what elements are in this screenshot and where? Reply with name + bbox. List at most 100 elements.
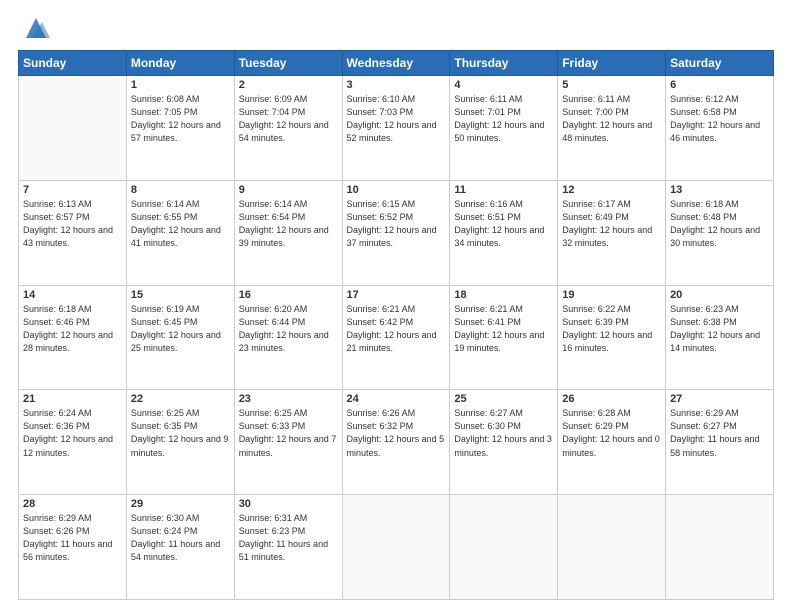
- day-number: 1: [131, 79, 230, 91]
- day-header-friday: Friday: [558, 51, 666, 76]
- day-number: 14: [23, 289, 122, 301]
- day-number: 16: [239, 289, 338, 301]
- page: SundayMondayTuesdayWednesdayThursdayFrid…: [0, 0, 792, 612]
- day-number: 17: [347, 289, 446, 301]
- calendar-cell: 18Sunrise: 6:21 AMSunset: 6:41 PMDayligh…: [450, 285, 558, 390]
- calendar-cell: 21 Sunrise: 6:24 AMSunset: 6:36 PMDayligh…: [19, 390, 127, 495]
- day-number: 18: [454, 289, 553, 301]
- calendar-cell: 1 Sunrise: 6:08 AMSunset: 7:05 PMDaylight…: [126, 76, 234, 181]
- calendar-cell: 13 Sunrise: 6:18 AMSunset: 6:48 PMDayligh…: [666, 180, 774, 285]
- calendar-header-row: SundayMondayTuesdayWednesdayThursdayFrid…: [19, 51, 774, 76]
- day-info: Sunrise: 6:18 AMSunset: 6:46 PMDaylight:…: [23, 303, 122, 355]
- day-info: Sunrise: 6:12 AMSunset: 6:58 PMDaylight:…: [670, 93, 769, 145]
- day-number: 23: [239, 393, 338, 405]
- day-info: Sunrise: 6:09 AMSunset: 7:04 PMDaylight:…: [239, 93, 338, 145]
- day-info: Sunrise: 6:18 AMSunset: 6:48 PMDaylight:…: [670, 198, 769, 250]
- calendar-cell: 27 Sunrise: 6:29 AMSunset: 6:27 PMDayligh…: [666, 390, 774, 495]
- calendar-cell: 5 Sunrise: 6:11 AMSunset: 7:00 PMDaylight…: [558, 76, 666, 181]
- calendar-cell: 26Sunrise: 6:28 AMSunset: 6:29 PMDayligh…: [558, 390, 666, 495]
- day-number: 15: [131, 289, 230, 301]
- day-number: 21: [23, 393, 122, 405]
- calendar-cell: 9 Sunrise: 6:14 AMSunset: 6:54 PMDaylight…: [234, 180, 342, 285]
- day-info: Sunrise: 6:11 AMSunset: 7:01 PMDaylight:…: [454, 93, 553, 145]
- day-header-tuesday: Tuesday: [234, 51, 342, 76]
- logo-icon: [22, 14, 50, 42]
- day-number: 24: [347, 393, 446, 405]
- day-number: 6: [670, 79, 769, 91]
- day-info: Sunrise: 6:31 AMSunset: 6:23 PMDaylight:…: [239, 512, 338, 564]
- day-info: Sunrise: 6:21 AMSunset: 6:42 PMDaylight:…: [347, 303, 446, 355]
- day-number: 7: [23, 184, 122, 196]
- day-number: 25: [454, 393, 553, 405]
- day-info: Sunrise: 6:13 AMSunset: 6:57 PMDaylight:…: [23, 198, 122, 250]
- calendar-table: SundayMondayTuesdayWednesdayThursdayFrid…: [18, 50, 774, 600]
- day-header-thursday: Thursday: [450, 51, 558, 76]
- day-info: Sunrise: 6:20 AMSunset: 6:44 PMDaylight:…: [239, 303, 338, 355]
- calendar-cell: 14 Sunrise: 6:18 AMSunset: 6:46 PMDayligh…: [19, 285, 127, 390]
- calendar-cell: 20 Sunrise: 6:23 AMSunset: 6:38 PMDayligh…: [666, 285, 774, 390]
- day-info: Sunrise: 6:08 AMSunset: 7:05 PMDaylight:…: [131, 93, 230, 145]
- day-info: Sunrise: 6:14 AMSunset: 6:54 PMDaylight:…: [239, 198, 338, 250]
- day-number: 11: [454, 184, 553, 196]
- day-number: 27: [670, 393, 769, 405]
- day-number: 30: [239, 498, 338, 510]
- calendar-week-1: 1 Sunrise: 6:08 AMSunset: 7:05 PMDaylight…: [19, 76, 774, 181]
- calendar-cell: 7 Sunrise: 6:13 AMSunset: 6:57 PMDaylight…: [19, 180, 127, 285]
- calendar-cell: 8 Sunrise: 6:14 AMSunset: 6:55 PMDaylight…: [126, 180, 234, 285]
- day-info: Sunrise: 6:24 AMSunset: 6:36 PMDaylight:…: [23, 407, 122, 459]
- calendar-cell: 11 Sunrise: 6:16 AMSunset: 6:51 PMDayligh…: [450, 180, 558, 285]
- logo: [18, 18, 50, 42]
- calendar-cell: 6 Sunrise: 6:12 AMSunset: 6:58 PMDaylight…: [666, 76, 774, 181]
- day-number: 5: [562, 79, 661, 91]
- day-info: Sunrise: 6:23 AMSunset: 6:38 PMDaylight:…: [670, 303, 769, 355]
- calendar-cell: 15Sunrise: 6:19 AMSunset: 6:45 PMDayligh…: [126, 285, 234, 390]
- calendar-cell: [558, 495, 666, 600]
- day-header-wednesday: Wednesday: [342, 51, 450, 76]
- day-info: Sunrise: 6:27 AMSunset: 6:30 PMDaylight:…: [454, 407, 553, 459]
- calendar-cell: 16 Sunrise: 6:20 AMSunset: 6:44 PMDayligh…: [234, 285, 342, 390]
- day-number: 20: [670, 289, 769, 301]
- calendar-cell: 28 Sunrise: 6:29 AMSunset: 6:26 PMDayligh…: [19, 495, 127, 600]
- day-number: 4: [454, 79, 553, 91]
- day-number: 22: [131, 393, 230, 405]
- calendar-cell: 4 Sunrise: 6:11 AMSunset: 7:01 PMDaylight…: [450, 76, 558, 181]
- day-info: Sunrise: 6:29 AMSunset: 6:26 PMDaylight:…: [23, 512, 122, 564]
- calendar-week-2: 7 Sunrise: 6:13 AMSunset: 6:57 PMDaylight…: [19, 180, 774, 285]
- day-info: Sunrise: 6:25 AMSunset: 6:33 PMDaylight:…: [239, 407, 338, 459]
- day-info: Sunrise: 6:26 AMSunset: 6:32 PMDaylight:…: [347, 407, 446, 459]
- calendar-week-3: 14 Sunrise: 6:18 AMSunset: 6:46 PMDayligh…: [19, 285, 774, 390]
- calendar-cell: 29Sunrise: 6:30 AMSunset: 6:24 PMDayligh…: [126, 495, 234, 600]
- day-header-monday: Monday: [126, 51, 234, 76]
- day-info: Sunrise: 6:14 AMSunset: 6:55 PMDaylight:…: [131, 198, 230, 250]
- calendar-cell: 25 Sunrise: 6:27 AMSunset: 6:30 PMDayligh…: [450, 390, 558, 495]
- day-info: Sunrise: 6:15 AMSunset: 6:52 PMDaylight:…: [347, 198, 446, 250]
- day-info: Sunrise: 6:28 AMSunset: 6:29 PMDaylight:…: [562, 407, 661, 459]
- day-number: 29: [131, 498, 230, 510]
- day-number: 9: [239, 184, 338, 196]
- day-number: 12: [562, 184, 661, 196]
- header: [18, 18, 774, 42]
- day-number: 3: [347, 79, 446, 91]
- calendar-week-4: 21 Sunrise: 6:24 AMSunset: 6:36 PMDayligh…: [19, 390, 774, 495]
- day-number: 8: [131, 184, 230, 196]
- day-info: Sunrise: 6:11 AMSunset: 7:00 PMDaylight:…: [562, 93, 661, 145]
- day-info: Sunrise: 6:17 AMSunset: 6:49 PMDaylight:…: [562, 198, 661, 250]
- day-info: Sunrise: 6:16 AMSunset: 6:51 PMDaylight:…: [454, 198, 553, 250]
- calendar-cell: [19, 76, 127, 181]
- day-info: Sunrise: 6:22 AMSunset: 6:39 PMDaylight:…: [562, 303, 661, 355]
- day-info: Sunrise: 6:25 AMSunset: 6:35 PMDaylight:…: [131, 407, 230, 459]
- day-header-sunday: Sunday: [19, 51, 127, 76]
- day-number: 19: [562, 289, 661, 301]
- day-info: Sunrise: 6:29 AMSunset: 6:27 PMDaylight:…: [670, 407, 769, 459]
- calendar-cell: 19 Sunrise: 6:22 AMSunset: 6:39 PMDayligh…: [558, 285, 666, 390]
- calendar-cell: 3 Sunrise: 6:10 AMSunset: 7:03 PMDaylight…: [342, 76, 450, 181]
- calendar-cell: 22 Sunrise: 6:25 AMSunset: 6:35 PMDayligh…: [126, 390, 234, 495]
- calendar-cell: [342, 495, 450, 600]
- calendar-cell: 23 Sunrise: 6:25 AMSunset: 6:33 PMDayligh…: [234, 390, 342, 495]
- calendar-cell: [450, 495, 558, 600]
- calendar-cell: 24 Sunrise: 6:26 AMSunset: 6:32 PMDayligh…: [342, 390, 450, 495]
- day-number: 28: [23, 498, 122, 510]
- calendar-cell: 17 Sunrise: 6:21 AMSunset: 6:42 PMDayligh…: [342, 285, 450, 390]
- day-number: 13: [670, 184, 769, 196]
- day-info: Sunrise: 6:10 AMSunset: 7:03 PMDaylight:…: [347, 93, 446, 145]
